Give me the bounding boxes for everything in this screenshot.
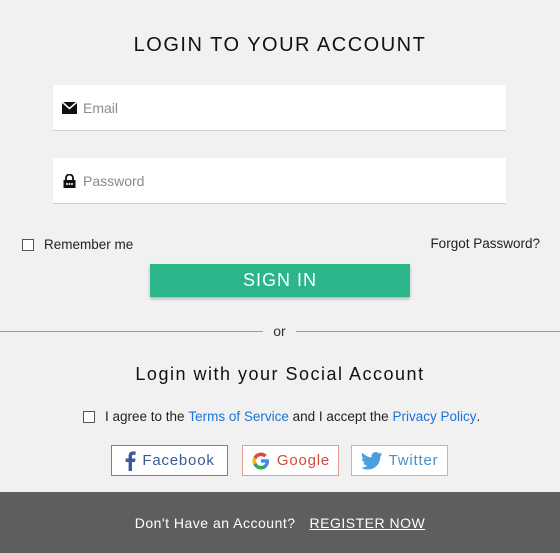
password-input[interactable] xyxy=(83,172,483,189)
google-label: Google xyxy=(276,452,331,469)
email-field[interactable] xyxy=(53,85,506,131)
remember-me[interactable]: Remember me xyxy=(22,237,133,252)
password-field[interactable] xyxy=(53,158,506,204)
divider-text: or xyxy=(273,323,286,339)
agree-prefix: I agree to the xyxy=(105,409,185,424)
forgot-password-link[interactable]: Forgot Password? xyxy=(430,236,540,251)
google-icon xyxy=(251,451,271,471)
twitter-label: Twitter xyxy=(388,452,439,469)
agree-terms: I agree to the Terms of Service and I ac… xyxy=(83,409,480,424)
twitter-button[interactable]: Twitter xyxy=(351,445,448,476)
divider-line-right xyxy=(296,330,560,332)
footer-text: Don't Have an Account? xyxy=(134,514,296,531)
footer-bar: Don't Have an Account? REGISTER NOW xyxy=(0,492,560,553)
google-button[interactable]: Google xyxy=(242,445,339,476)
divider-line-left xyxy=(0,330,263,332)
agree-middle: and I accept the xyxy=(292,409,389,424)
facebook-label: Facebook xyxy=(142,452,215,469)
remember-label: Remember me xyxy=(44,237,134,252)
privacy-link[interactable]: Privacy Policy xyxy=(392,409,476,424)
envelope-icon xyxy=(61,100,77,116)
social-title: Login with your Social Account xyxy=(135,364,425,384)
or-divider: or xyxy=(0,322,560,340)
register-now-link[interactable]: REGISTER NOW xyxy=(310,515,426,531)
email-input[interactable] xyxy=(83,99,483,116)
agree-checkbox[interactable] xyxy=(83,410,95,423)
facebook-button[interactable]: Facebook xyxy=(111,445,228,476)
signin-button[interactable]: SIGN IN xyxy=(150,264,410,297)
agree-suffix: . xyxy=(476,409,481,424)
terms-link[interactable]: Terms of Service xyxy=(188,409,289,424)
facebook-icon xyxy=(124,450,136,471)
twitter-icon xyxy=(360,451,383,470)
remember-checkbox[interactable] xyxy=(22,238,34,251)
lock-icon xyxy=(61,173,77,189)
page-title: LOGIN TO YOUR ACCOUNT xyxy=(133,34,427,56)
